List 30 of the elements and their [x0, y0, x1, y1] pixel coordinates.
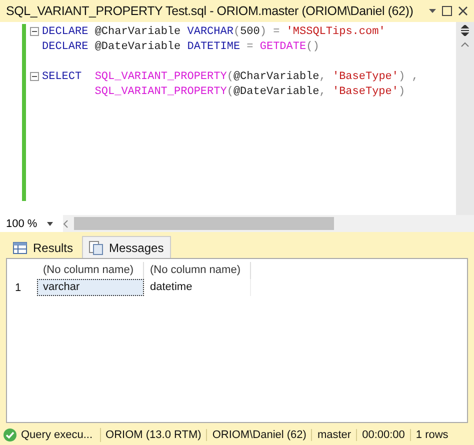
- horizontal-scrollbar[interactable]: [63, 215, 474, 232]
- scroll-left-icon[interactable]: [63, 220, 68, 228]
- collapse-icon[interactable]: [30, 72, 39, 81]
- code-line: SELECT SQL_VARIANT_PROPERTY(@CharVariable, 'BaseType') ,: [42, 70, 418, 82]
- code-line: SQL_VARIANT_PROPERTY(@DateVariable, 'BaseType'): [94, 86, 406, 98]
- code-line: DECLARE @DateVariable DATETIME = GETDATE(): [42, 40, 320, 52]
- scroll-up-icon[interactable]: [461, 42, 469, 47]
- grid-icon: [13, 242, 27, 254]
- window-title: SQL_VARIANT_PROPERTY Test.sql - ORIOM.master (ORIOM\Daniel (62)): [6, 4, 414, 18]
- table-cell[interactable]: varchar: [37, 279, 144, 296]
- caret-icon: [47, 222, 54, 226]
- check-icon: [3, 428, 17, 442]
- status-item: ORIOM\Daniel (62): [207, 429, 312, 441]
- column-header[interactable]: (No column name): [144, 262, 251, 279]
- code-line: DECLARE @CharVariable VARCHAR(500) = 'MSSQLTips.com': [42, 26, 386, 38]
- status-item: 00:00:00: [357, 429, 411, 441]
- table-cell[interactable]: datetime: [144, 279, 251, 296]
- row-number: 1: [14, 282, 22, 294]
- status-item: ORIOM (13.0 RTM): [100, 429, 208, 441]
- document-icon: [89, 240, 104, 254]
- collapse-icon[interactable]: [30, 27, 39, 36]
- status-item: master: [312, 429, 358, 441]
- status-item: 1 rows: [414, 429, 450, 441]
- maximize-icon[interactable]: [442, 6, 452, 16]
- status-message: Query execu...: [21, 429, 93, 441]
- split-icon[interactable]: [460, 25, 470, 36]
- dropdown-icon[interactable]: [429, 9, 436, 13]
- vertical-scrollbar[interactable]: [456, 22, 474, 215]
- results-tab[interactable]: Messages: [82, 236, 171, 258]
- close-icon[interactable]: [458, 6, 468, 16]
